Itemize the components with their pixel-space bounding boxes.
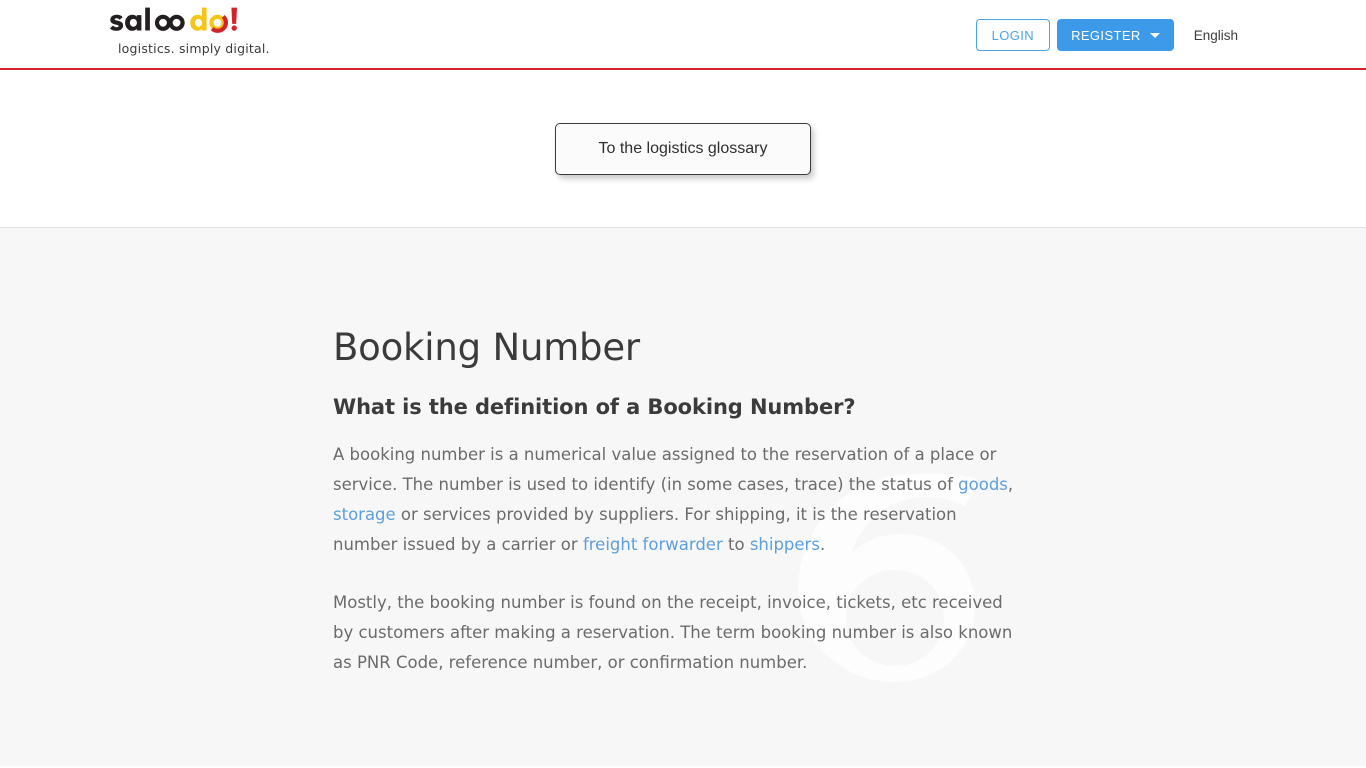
site-header: logistics. simply digital. LOGIN REGISTE…	[0, 0, 1366, 70]
page-title: Booking Number	[333, 326, 640, 369]
paragraph-1-part-5: .	[819, 534, 826, 554]
brand-logo-link[interactable]: logistics. simply digital.	[110, 4, 310, 56]
content-area: Booking Number What is the definition of…	[0, 228, 1366, 766]
link-storage[interactable]: storage	[333, 505, 396, 524]
to-logistics-glossary-button[interactable]: To the logistics glossary	[555, 123, 811, 175]
paragraph-usage: Mostly, the booking number is found on t…	[333, 592, 1013, 672]
section-heading: What is the definition of a Booking Numb…	[333, 394, 856, 419]
link-freight-forwarder[interactable]: freight forwarder	[583, 535, 723, 554]
language-selector[interactable]: English	[1194, 28, 1238, 43]
brand-tagline: logistics. simply digital.	[118, 41, 270, 56]
paragraph-1-part-1: A booking number is a numerical value as…	[333, 444, 997, 494]
paragraph-1-part-4: to	[722, 534, 750, 554]
header-actions: LOGIN REGISTER English	[975, 19, 1238, 51]
login-button[interactable]: LOGIN	[975, 19, 1051, 51]
link-shippers[interactable]: shippers	[750, 535, 820, 554]
paragraph-1-part-2: ,	[1007, 474, 1014, 494]
glossary-article: Booking Number What is the definition of…	[0, 228, 1040, 678]
link-goods[interactable]: goods	[958, 475, 1008, 494]
saloodo-logo-icon	[110, 7, 237, 33]
paragraph-definition: A booking number is a numerical value as…	[333, 440, 1023, 560]
register-button-label: REGISTER	[1071, 27, 1141, 43]
register-button[interactable]: REGISTER	[1057, 19, 1174, 51]
glossary-band: To the logistics glossary	[0, 70, 1366, 228]
chevron-down-icon	[1149, 32, 1160, 38]
